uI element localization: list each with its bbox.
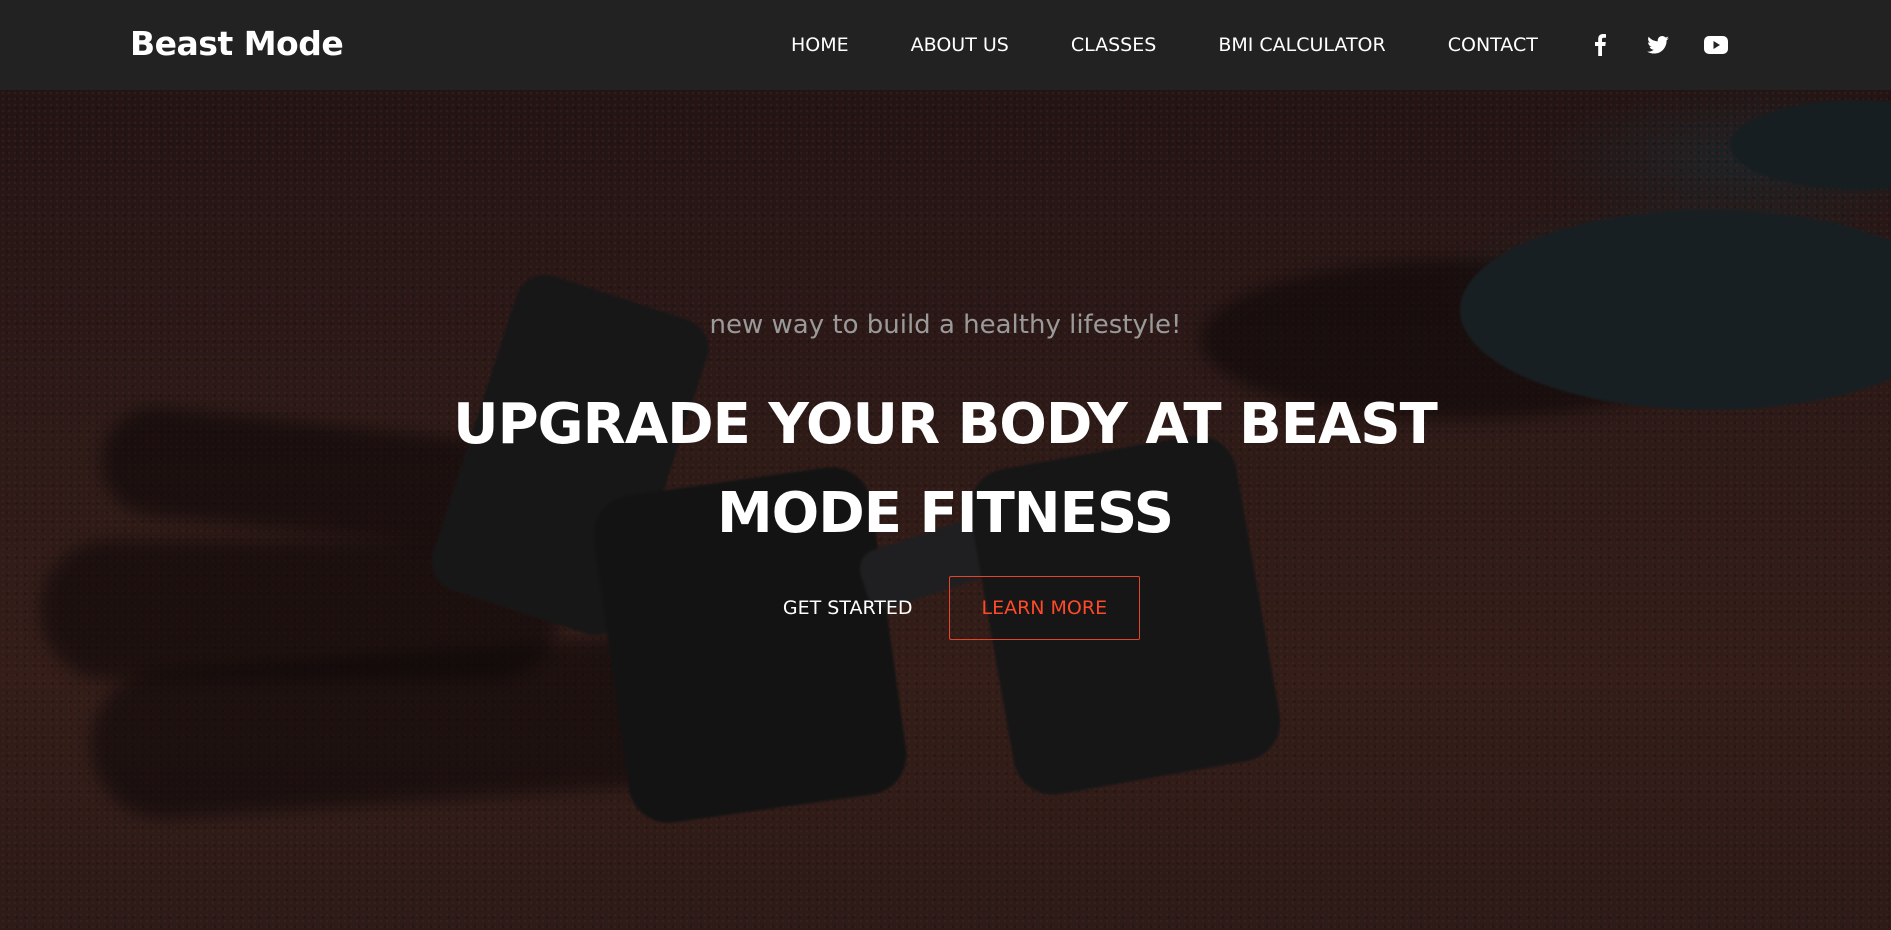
page: Beast Mode HOME ABOUT US CLASSES BMI CAL… xyxy=(0,0,1891,930)
hero-cta-group: GET STARTED LEARN MORE xyxy=(0,576,1891,640)
navbar: Beast Mode HOME ABOUT US CLASSES BMI CAL… xyxy=(0,0,1891,90)
youtube-icon[interactable] xyxy=(1701,30,1731,60)
twitter-icon[interactable] xyxy=(1643,30,1673,60)
nav-classes[interactable]: CLASSES xyxy=(1040,34,1187,56)
nav-contact[interactable]: CONTACT xyxy=(1417,34,1569,56)
nav-menu: HOME ABOUT US CLASSES BMI CALCULATOR CON… xyxy=(760,0,1569,90)
nav-bmi-calculator[interactable]: BMI CALCULATOR xyxy=(1187,34,1416,56)
hero-tagline: new way to build a healthy lifestyle! xyxy=(709,310,1182,340)
nav-home[interactable]: HOME xyxy=(760,34,880,56)
social-links xyxy=(1585,0,1759,90)
get-started-button[interactable]: GET STARTED xyxy=(751,577,945,639)
hero-headline: UPGRADE YOUR BODY AT BEAST MODE FITNESS xyxy=(453,392,1438,546)
brand-logo[interactable]: Beast Mode xyxy=(130,24,344,63)
hero-section: new way to build a healthy lifestyle! UP… xyxy=(0,90,1891,930)
learn-more-button[interactable]: LEARN MORE xyxy=(948,576,1141,640)
facebook-icon[interactable] xyxy=(1585,30,1615,60)
nav-about-us[interactable]: ABOUT US xyxy=(880,34,1040,56)
